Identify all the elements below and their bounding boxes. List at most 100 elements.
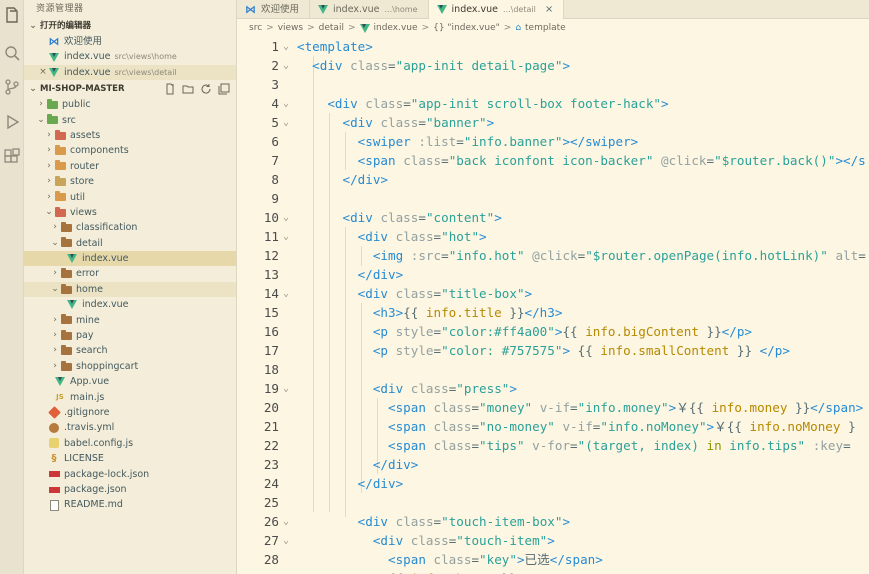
- tree-item[interactable]: › search: [24, 343, 236, 358]
- open-editors-header[interactable]: ⌄ 打开的编辑器: [24, 18, 236, 34]
- tree-item[interactable]: ⌄ detail: [24, 236, 236, 251]
- code-line: 1 ⌄ <template>: [271, 39, 373, 54]
- npm-icon: [48, 468, 60, 480]
- npm-icon: [48, 484, 60, 496]
- tree-item[interactable]: › components: [24, 143, 236, 158]
- folder-icon: [60, 283, 72, 294]
- vscode-icon: ⋈: [245, 2, 256, 16]
- breadcrumb-item[interactable]: template: [525, 23, 566, 33]
- tree-item[interactable]: JS main.js: [24, 390, 236, 405]
- code-line: 16 <p style="color:#ff4a00">{{ info.bigC…: [263, 324, 753, 339]
- vue-icon: [66, 299, 78, 311]
- chevron-down-icon: ⌄: [283, 231, 290, 242]
- breadcrumb-item[interactable]: {} "index.vue": [433, 23, 500, 33]
- close-icon[interactable]: ×: [38, 65, 48, 80]
- tree-item[interactable]: ⌄ views: [24, 205, 236, 220]
- code-line: 10 ⌄ <div class="content">: [263, 210, 502, 225]
- code-line: 19 ⌄ <div class="press">: [263, 381, 517, 396]
- tab-detail-index[interactable]: index.vue ...\detail ×: [428, 0, 565, 19]
- new-folder-icon[interactable]: [182, 83, 194, 95]
- tree-item[interactable]: › pay: [24, 328, 236, 343]
- folder-icon: [60, 268, 72, 279]
- chevron-right-icon: ›: [47, 160, 51, 171]
- code-line: 8 </div>: [271, 172, 388, 187]
- tree-item[interactable]: › public: [24, 97, 236, 112]
- chevron-down-icon: ⌄: [283, 60, 290, 71]
- breadcrumb-item[interactable]: views: [278, 23, 303, 33]
- code-line: 22 <span class="tips" v-for="(target, in…: [263, 438, 851, 453]
- tree-item[interactable]: › util: [24, 190, 236, 205]
- tree-item-selected[interactable]: index.vue: [24, 251, 236, 267]
- tree-item[interactable]: › assets: [24, 128, 236, 143]
- code-line: 7 <span class="back iconfont icon-backer…: [271, 153, 866, 168]
- chevron-right-icon: ›: [47, 145, 51, 156]
- open-editor-item[interactable]: index.vue src\views\home: [24, 49, 236, 64]
- code-line: 27 ⌄ <div class="touch-item">: [263, 533, 555, 548]
- code-editor[interactable]: 1 ⌄ <template> 2 ⌄ <div class="app-init det…: [237, 37, 869, 574]
- refresh-icon[interactable]: [200, 83, 212, 95]
- code-line: 4 ⌄ <div class="app-init scroll-box foote…: [271, 96, 669, 111]
- tree-item[interactable]: § LICENSE: [24, 451, 236, 466]
- chevron-right-icon: ›: [53, 314, 57, 325]
- tree-item[interactable]: › mine: [24, 313, 236, 328]
- breadcrumb-item[interactable]: index.vue: [374, 23, 418, 33]
- chevron-down-icon: ⌄: [51, 237, 59, 248]
- open-editor-item[interactable]: ⋈ 欢迎使用: [24, 34, 236, 49]
- tree-item[interactable]: ⌄ src: [24, 113, 236, 128]
- search-icon[interactable]: [3, 44, 21, 62]
- source-control-icon[interactable]: [3, 78, 21, 96]
- chevron-right-icon: ›: [53, 222, 57, 233]
- open-editor-item-active[interactable]: × index.vue src\views\detail: [24, 64, 236, 81]
- vue-icon: [48, 51, 60, 63]
- breadcrumb-item[interactable]: src: [249, 23, 262, 33]
- extensions-icon[interactable]: [3, 148, 21, 166]
- tree-item[interactable]: babel.config.js: [24, 436, 236, 451]
- folder-icon: [60, 329, 72, 340]
- chevron-right-icon: ›: [47, 191, 51, 202]
- tree-item[interactable]: › router: [24, 159, 236, 174]
- chevron-down-icon: ⌄: [29, 84, 37, 95]
- folder-icon: [54, 145, 66, 156]
- tree-item[interactable]: package.json: [24, 482, 236, 497]
- tree-item[interactable]: .travis.yml: [24, 420, 236, 435]
- tree-item[interactable]: › store: [24, 174, 236, 189]
- collapse-all-icon[interactable]: [218, 83, 230, 95]
- folder-icon: [60, 345, 72, 356]
- tree-item[interactable]: › shoppingcart: [24, 359, 236, 374]
- tag-icon: ⌂: [515, 23, 522, 33]
- editor-tabs: ⋈ 欢迎使用 index.vue ...\home index.vue ...\…: [237, 0, 869, 19]
- license-icon: §: [51, 453, 57, 465]
- travis-icon: [48, 422, 60, 434]
- chevron-down-icon: ⌄: [29, 21, 37, 31]
- code-line: 6 <swiper :list="info.banner"></swiper>: [271, 134, 639, 149]
- close-icon[interactable]: ×: [545, 0, 553, 19]
- code-line: 2 ⌄ <div class="app-init detail-page">: [271, 58, 571, 73]
- tree-item[interactable]: ⌄ home: [24, 281, 236, 298]
- tree-item[interactable]: › error: [24, 266, 236, 281]
- chevron-down-icon: ⌄: [283, 41, 290, 52]
- new-file-icon[interactable]: [164, 83, 176, 95]
- folder-icon: [46, 114, 58, 125]
- tab-home-index[interactable]: index.vue ...\home: [310, 0, 429, 19]
- tree-item[interactable]: .gitignore: [24, 405, 236, 420]
- tree-item[interactable]: App.vue: [24, 374, 236, 389]
- code-line: 12 <img :src="info.hot" @click="$router.…: [263, 248, 866, 263]
- tree-item[interactable]: package-lock.json: [24, 467, 236, 482]
- folder-icon: [60, 360, 72, 371]
- markdown-icon: [48, 499, 60, 511]
- code-line: 28 <span class="key">已选</span>: [263, 552, 603, 567]
- chevron-down-icon: ⌄: [283, 535, 290, 546]
- breadcrumb: src > views > detail > index.vue > {} "index…: [249, 23, 566, 33]
- folder-icon: [46, 98, 58, 109]
- project-header[interactable]: ⌄ MI-SHOP-MASTER: [24, 81, 236, 97]
- code-line: 20 <span class="money" v-if="info.money"…: [263, 400, 864, 415]
- breadcrumb-item[interactable]: detail: [319, 23, 344, 33]
- tree-item[interactable]: index.vue: [24, 297, 236, 312]
- folder-icon: [54, 129, 66, 140]
- tab-welcome[interactable]: ⋈ 欢迎使用: [237, 0, 311, 19]
- tree-item[interactable]: README.md: [24, 497, 236, 512]
- run-debug-icon[interactable]: [3, 113, 21, 131]
- explorer-icon[interactable]: [3, 6, 21, 24]
- tree-item[interactable]: › classification: [24, 220, 236, 235]
- folder-icon: [60, 237, 72, 248]
